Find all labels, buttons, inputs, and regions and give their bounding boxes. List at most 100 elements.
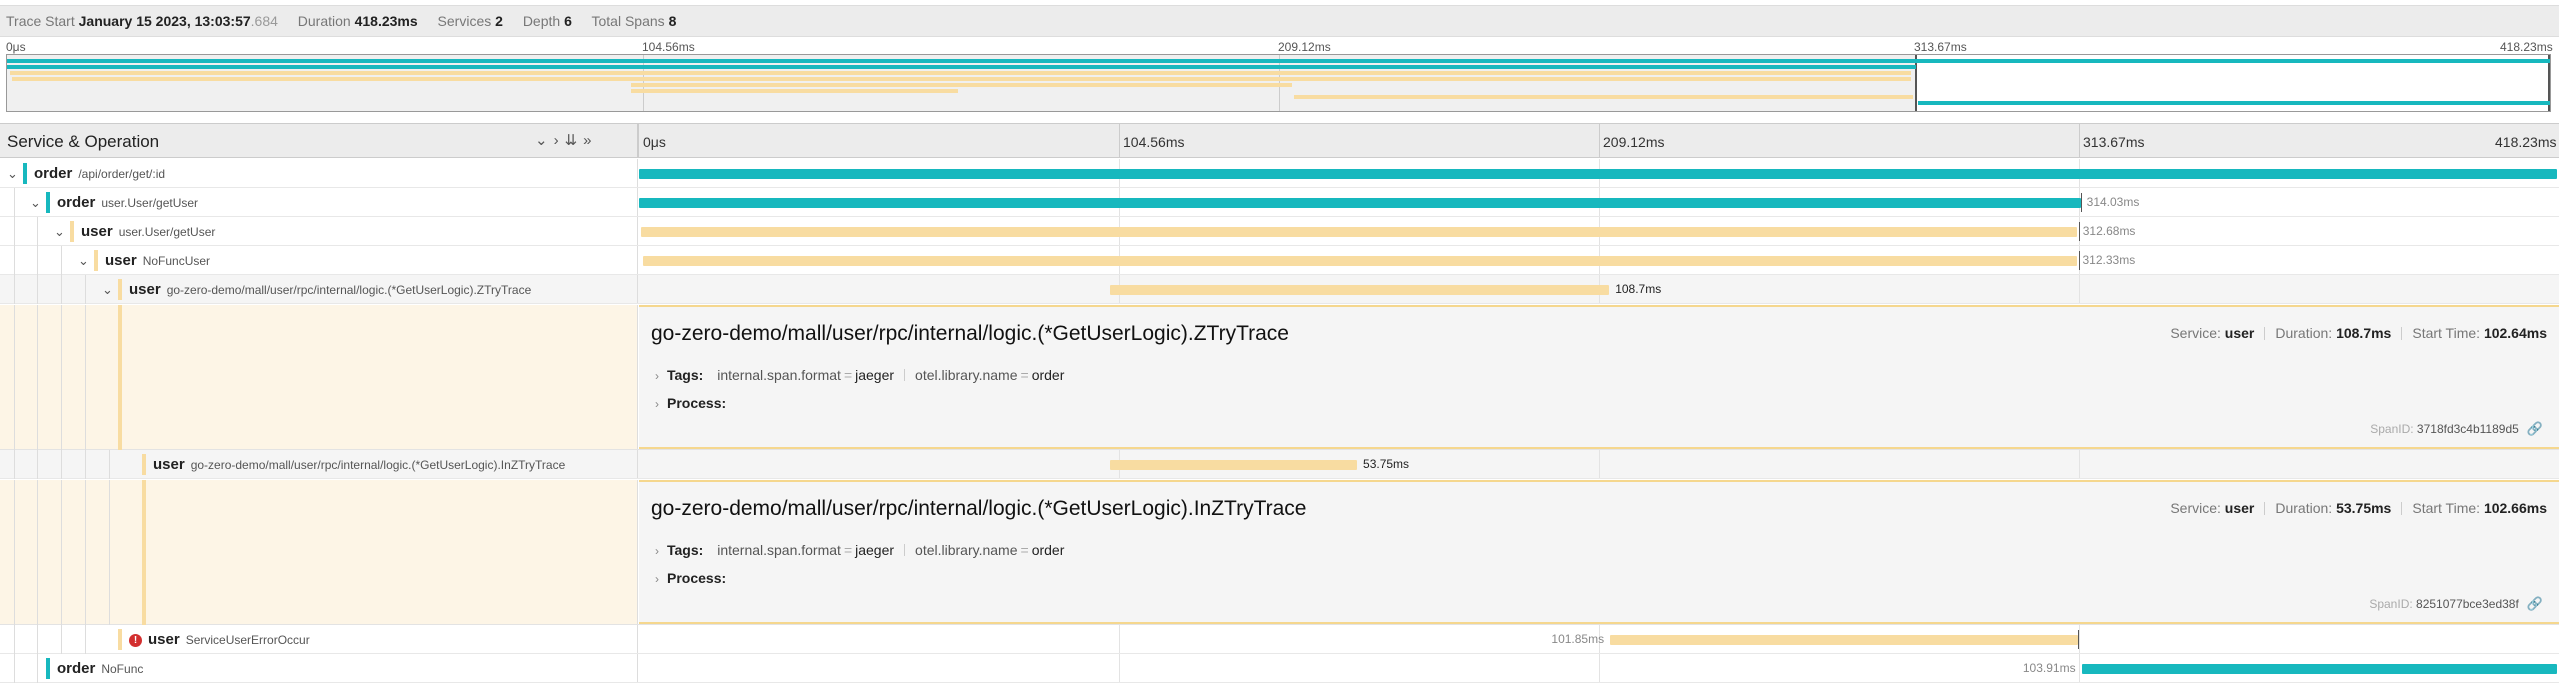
column-resizer[interactable] [637,124,639,157]
span-timeline-cell[interactable]: 53.75ms [639,450,2559,478]
span-bar[interactable] [1110,285,1610,295]
minimap-selection-handle-left[interactable] [1915,55,1917,111]
tags-section[interactable]: › Tags: internal.span.format = jaeger otel.l… [655,367,1064,383]
tag-value: order [1031,542,1065,558]
service-color-bar [142,480,146,625]
span-duration-label: 101.85ms [1551,632,1605,646]
minimap-span-bar [11,77,1911,81]
service-color-bar [70,221,74,242]
tree-guide [61,246,62,275]
process-section[interactable]: › Process: [655,395,736,411]
tree-guide [37,480,38,625]
span-name-cell[interactable]: order NoFunc [0,654,638,683]
operation-name: user.User/getUser [101,196,199,210]
detail-indent-pane [0,305,638,450]
tag-item: otel.library.name = order [915,367,1065,383]
detail-content: go-zero-demo/mall/user/rpc/internal/logi… [639,480,2559,624]
span-name-cell[interactable]: ⌄ user user.User/getUser [0,217,638,246]
span-end-marker [2077,630,2079,649]
span-timeline-cell[interactable]: 312.33ms [639,246,2559,274]
tree-guide [14,188,15,217]
span-row[interactable]: ⌄ user NoFuncUser 312.33ms [0,246,2559,275]
tree-guide [14,305,15,450]
span-duration-label: 53.75ms [1363,457,1410,471]
span-timeline-cell[interactable] [639,159,2559,187]
service-name: user [105,252,137,269]
minimap-tick: 0μs [6,40,26,54]
trace-services: Services 2 [438,13,503,29]
span-timeline-cell[interactable]: 314.03ms [639,188,2559,216]
expand-one-icon[interactable]: › [554,132,565,149]
minimap-span-bar [631,89,959,93]
detail-title: go-zero-demo/mall/user/rpc/internal/logi… [651,497,1307,520]
tree-guide [14,480,15,625]
service-color-bar [23,163,27,184]
span-row[interactable]: order NoFunc 103.91ms [0,654,2559,683]
chevron-down-icon[interactable]: ⌄ [7,166,18,182]
tag-key: internal.span.format [717,542,841,558]
span-timeline-cell[interactable]: 101.85ms [639,625,2559,653]
tags-section[interactable]: › Tags: internal.span.format = jaeger otel.l… [655,542,1064,558]
tree-guide [37,305,38,450]
span-name-cell[interactable]: ⌄ user NoFuncUser [0,246,638,275]
timeline-gridline [1119,124,1120,157]
trace-start-ms: .684 [250,13,278,29]
span-end-marker [2078,222,2080,241]
span-duration-label: 103.91ms [2022,661,2076,675]
collapse-all-icon[interactable]: ⇊ [565,132,584,149]
tag-key: otel.library.name [915,367,1018,383]
link-icon[interactable]: 🔗 [2527,596,2543,611]
timeline-gridline [2079,625,2080,653]
minimap-span-bar [10,71,1912,75]
span-bar[interactable] [2081,664,2557,674]
service-name: order [34,165,73,182]
span-row[interactable]: ⌄ order user.User/getUser 314.03ms [0,188,2559,217]
process-section[interactable]: › Process: [655,570,736,586]
service-name: user [148,631,180,648]
tags-label: Tags: [667,542,704,558]
collapse-one-icon[interactable]: ⌄ [535,132,554,149]
chevron-down-icon[interactable]: ⌄ [102,282,113,298]
chevron-right-icon[interactable]: › [655,544,659,558]
span-name-cell[interactable]: ⌄ order/api/order/get/:id [0,159,638,187]
chevron-down-icon[interactable]: ⌄ [78,253,89,269]
span-row[interactable]: ⌄ user go-zero-demo/mall/user/rpc/interna… [0,275,2559,304]
span-name-cell[interactable]: user go-zero-demo/mall/user/rpc/internal/… [0,450,638,479]
span-name-cell[interactable]: ⌄ user go-zero-demo/mall/user/rpc/interna… [0,275,638,304]
tree-guide [61,480,62,625]
span-row[interactable]: user go-zero-demo/mall/user/rpc/internal/… [0,450,2559,479]
expand-all-icon[interactable]: » [583,132,597,149]
trace-duration: Duration 418.23ms [298,13,418,29]
span-timeline-cell[interactable]: 103.91ms [639,654,2559,682]
depth-value: 6 [564,13,572,29]
chevron-right-icon[interactable]: › [655,572,659,586]
detail-indent-pane [0,480,638,625]
span-bar[interactable] [639,169,2557,179]
span-bar[interactable] [1110,460,1358,470]
span-bar[interactable] [639,198,2081,208]
span-row[interactable]: ! user ServiceUserErrorOccur 101.85ms [0,625,2559,654]
service-color-bar [94,250,98,271]
chevron-down-icon[interactable]: ⌄ [30,195,41,211]
minimap-tick: 313.67ms [1914,40,1967,54]
span-bar[interactable] [1610,635,2078,645]
span-timeline-cell[interactable]: 108.7ms [639,275,2559,303]
span-row[interactable]: ⌄ user user.User/getUser 312.68ms [0,217,2559,246]
chevron-right-icon[interactable]: › [655,369,659,383]
span-bar[interactable] [641,227,2077,237]
chevron-down-icon[interactable]: ⌄ [54,224,65,240]
minimap-span-bar [7,65,1917,69]
trace-minimap[interactable] [6,54,2551,112]
span-row[interactable]: ⌄ order/api/order/get/:id [0,159,2559,188]
tree-guide [109,450,110,479]
span-name-cell[interactable]: ⌄ order user.User/getUser [0,188,638,217]
duration-value: 53.75ms [2336,500,2392,516]
span-timeline-cell[interactable]: 312.68ms [639,217,2559,245]
chevron-right-icon[interactable]: › [655,397,659,411]
span-name-cell[interactable]: ! user ServiceUserErrorOccur [0,625,638,654]
tag-key: otel.library.name [915,542,1018,558]
span-bar[interactable] [642,256,2077,266]
span-service: order/api/order/get/:id [34,165,165,182]
services-value: 2 [495,13,503,29]
link-icon[interactable]: 🔗 [2527,421,2543,436]
